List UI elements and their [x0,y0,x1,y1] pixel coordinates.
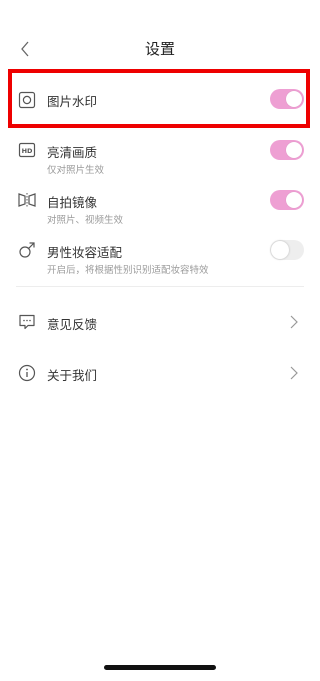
setting-row-mirror: 自拍镜像 对照片、视频生效 [0,190,320,226]
male-icon [17,240,37,260]
setting-label: 图片水印 [47,94,98,109]
chevron-right-icon [288,366,300,380]
link-label: 意见反馈 [47,317,98,332]
home-indicator [104,665,216,670]
setting-row-watermark: 图片水印 [0,88,320,112]
setting-label: 自拍镜像 [47,195,98,210]
feedback-icon [17,312,37,332]
section-divider [16,286,304,287]
setting-label: 亮清画质 [47,145,98,160]
mirror-icon [17,190,37,210]
setting-row-hd: HD 亮清画质 仅对照片生效 [0,140,320,176]
male-makeup-toggle[interactable] [270,240,304,260]
nav-bar: 设置 [0,34,320,64]
square-circle-icon [17,90,37,110]
toggle-knob [286,192,302,208]
settings-screen: 设置 图片水印 HD 亮清画质 仅对照片生效 自拍镜像 对照片、视频生效 男性妆… [0,0,320,681]
setting-label: 男性妆容适配 [47,245,123,260]
toggle-knob [286,91,302,107]
setting-row-male-makeup: 男性妆容适配 开启后，将根据性别识别适配妆容特效 [0,240,320,276]
chevron-right-icon [288,315,300,329]
setting-sublabel: 开启后，将根据性别识别适配妆容特效 [47,265,209,276]
toggle-knob [271,241,289,259]
mirror-toggle[interactable] [270,190,304,210]
hd-toggle[interactable] [270,140,304,160]
svg-text:HD: HD [22,147,33,155]
toggle-knob [286,142,302,158]
setting-sublabel: 对照片、视频生效 [47,215,124,226]
info-icon [17,363,37,383]
link-row-feedback[interactable]: 意见反馈 [0,310,320,334]
link-row-about[interactable]: 关于我们 [0,361,320,385]
page-title: 设置 [144,40,175,58]
hd-icon: HD [17,140,37,160]
link-label: 关于我们 [47,368,98,383]
watermark-toggle[interactable] [270,89,304,109]
setting-sublabel: 仅对照片生效 [47,165,105,176]
